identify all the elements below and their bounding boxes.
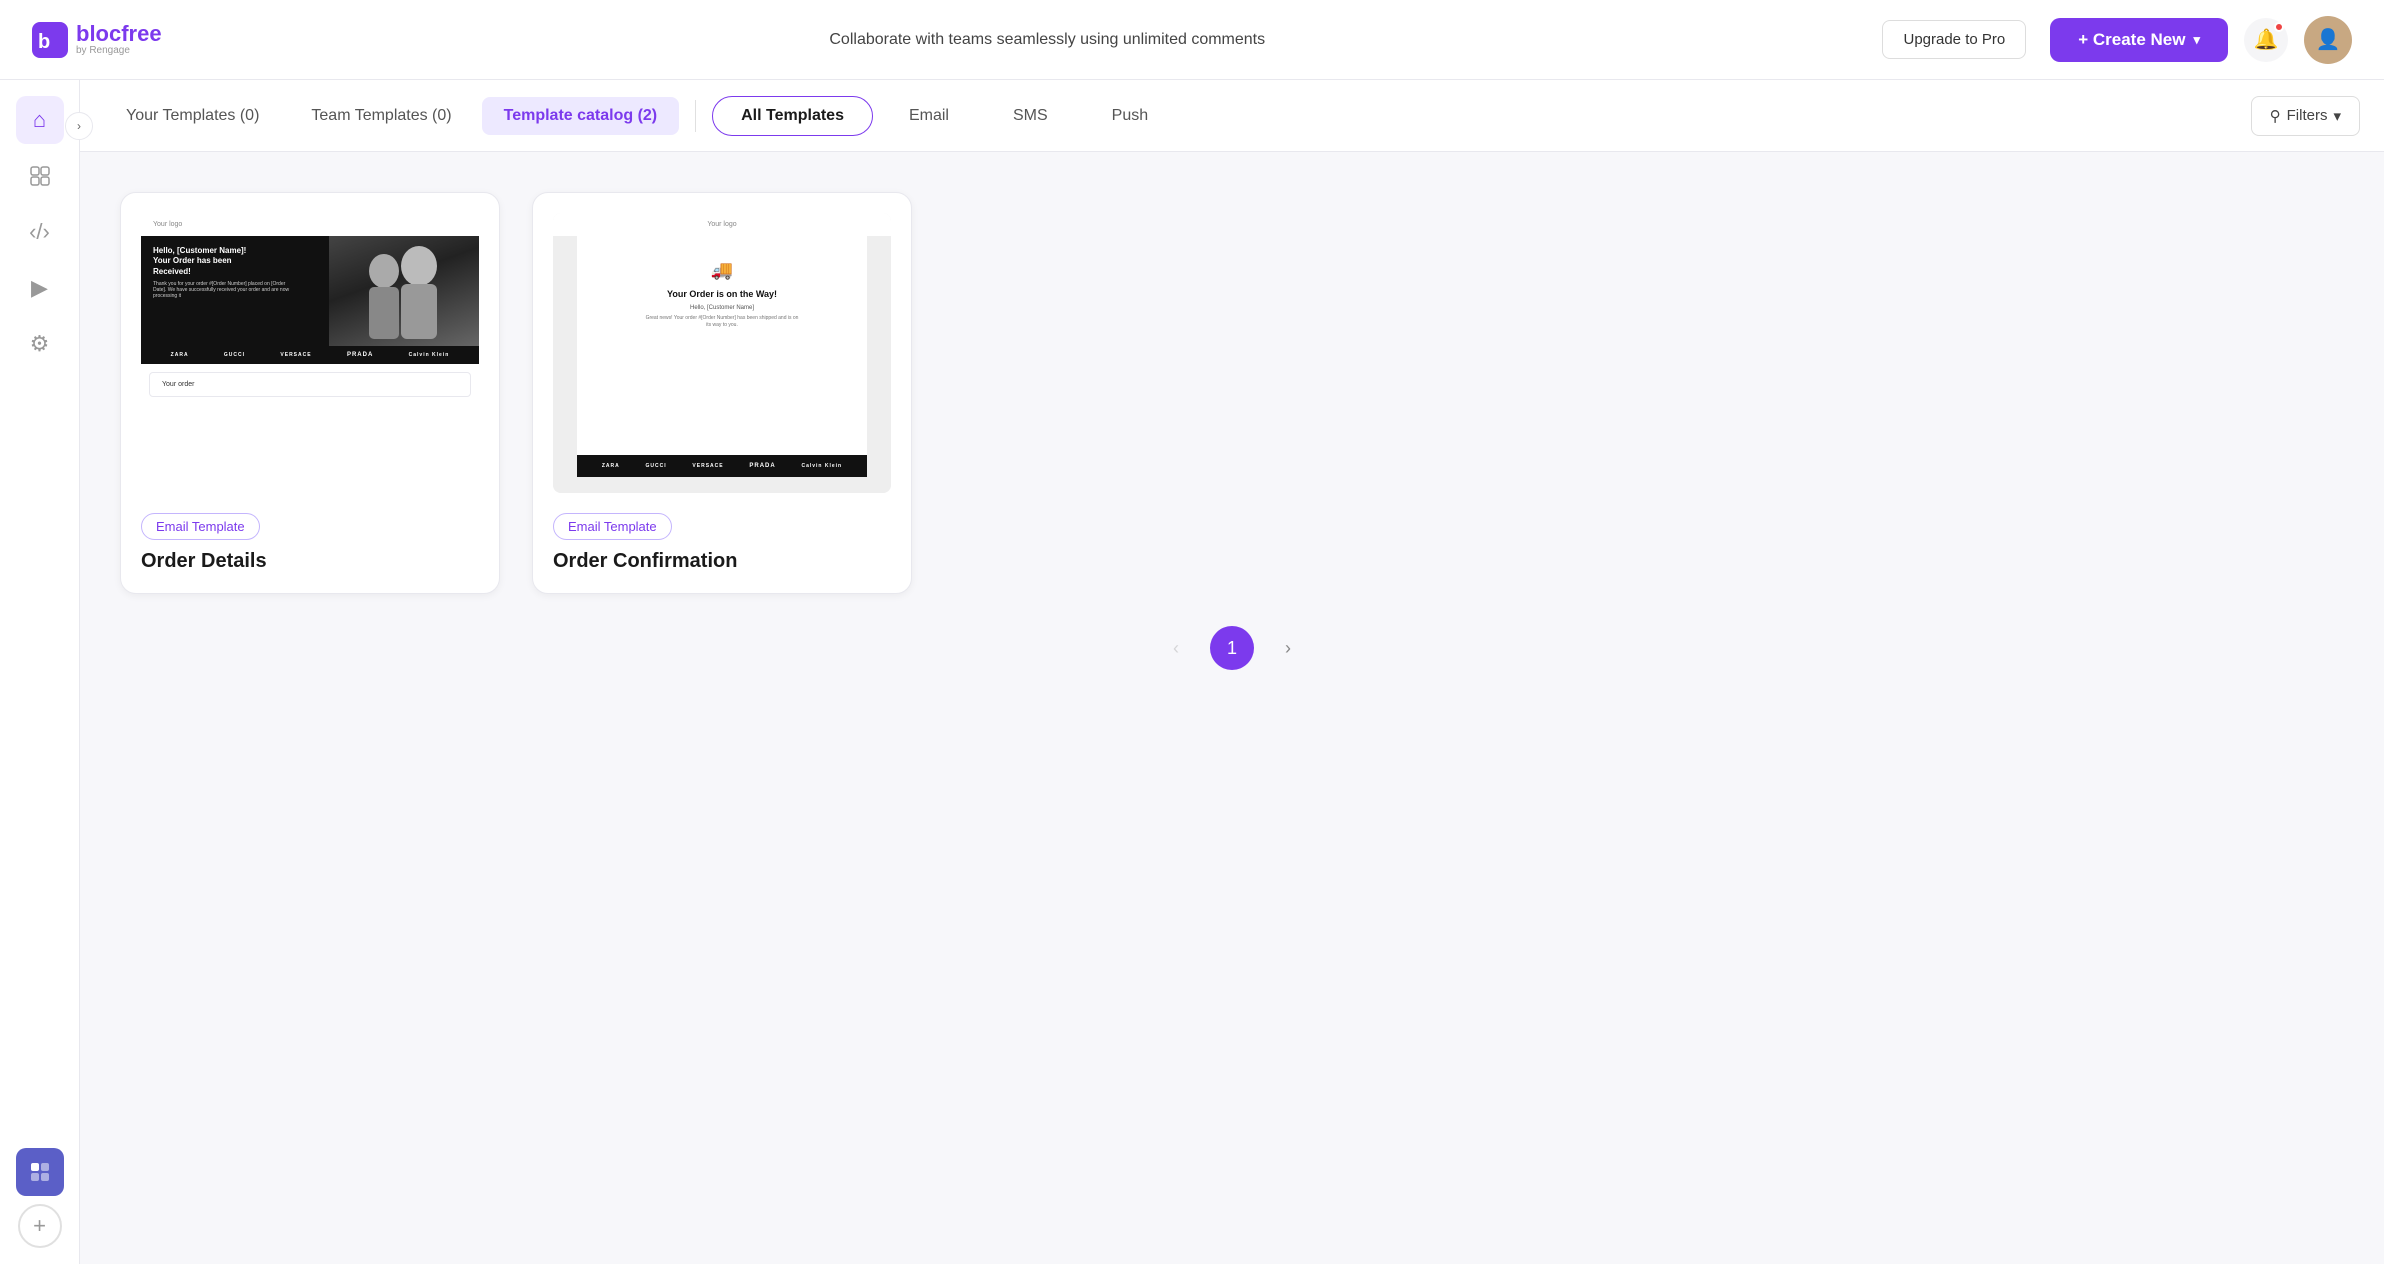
tab-template-catalog[interactable]: Template catalog (2) [482,97,680,135]
sidebar-item-settings[interactable]: ⚙ [16,320,64,368]
create-new-button[interactable]: + Create New ▾ [2050,18,2228,62]
card-title-1: Order Details [141,550,479,573]
sidebar-item-play[interactable]: ▶ [16,264,64,312]
template-grid: Your logo Hello, [Customer Name]!Your Or… [120,192,2344,594]
filter-icon: ⚲ [2270,107,2281,125]
notification-badge [2274,22,2284,32]
promo-text: Collaborate with teams seamlessly using … [236,31,1858,49]
chevron-down-icon: ▾ [2333,107,2341,125]
header-right: + Create New ▾ 🔔 👤 [2050,16,2352,64]
pagination-next[interactable]: › [1266,626,1310,670]
sidebar-toggle[interactable]: › [65,112,93,140]
sidebar-workspace-button[interactable] [16,1148,64,1196]
sidebar-item-templates[interactable] [16,152,64,200]
filter-sms[interactable]: SMS [985,97,1076,135]
notification-button[interactable]: 🔔 [2244,18,2288,62]
filter-email[interactable]: Email [881,97,977,135]
dropdown-arrow-icon: ▾ [2193,32,2200,48]
app-header: b blocfree by Rengage Collaborate with t… [0,0,2384,80]
main-content: Your Templates (0) Team Templates (0) Te… [80,80,2384,1264]
tab-team-templates[interactable]: Team Templates (0) [289,97,473,135]
template-card-1[interactable]: Your logo Hello, [Customer Name]!Your Or… [120,192,500,594]
tab-divider [695,100,696,132]
content-area: Your logo Hello, [Customer Name]!Your Or… [80,152,2384,1264]
filter-all-templates[interactable]: All Templates [712,96,873,136]
filters-button[interactable]: ⚲ Filters ▾ [2251,96,2360,136]
avatar[interactable]: 👤 [2304,16,2352,64]
pagination-prev[interactable]: ‹ [1154,626,1198,670]
email-template-tag-1: Email Template [141,513,260,540]
svg-text:b: b [38,31,50,53]
layout: › ⌂ ‹/› ▶ ⚙ + [0,80,2384,1264]
logo-icon: b [32,22,68,58]
logo-text: blocfree [76,23,162,45]
workspace-icon [28,1160,52,1184]
sidebar-bottom: + [16,1148,64,1248]
logo-area: b blocfree by Rengage [32,22,212,58]
filter-push[interactable]: Push [1084,97,1176,135]
filter-area: ⚲ Filters ▾ [2251,96,2360,136]
logo-sub: by Rengage [76,45,162,56]
template-preview-1: Your logo Hello, [Customer Name]!Your Or… [141,213,479,493]
email-template-tag-2: Email Template [553,513,672,540]
pagination-page-1[interactable]: 1 [1210,626,1254,670]
sidebar-item-code[interactable]: ‹/› [16,208,64,256]
truck-icon: 🚚 [589,260,855,281]
templates-icon [29,165,51,187]
tab-your-templates[interactable]: Your Templates (0) [104,97,281,135]
sidebar-item-home[interactable]: ⌂ [16,96,64,144]
sidebar: › ⌂ ‹/› ▶ ⚙ + [0,80,80,1264]
template-card-2[interactable]: Your logo 🚚 Your Order is on the Way! He… [532,192,912,594]
card-title-2: Order Confirmation [553,550,891,573]
upgrade-button[interactable]: Upgrade to Pro [1882,20,2026,59]
template-preview-2: Your logo 🚚 Your Order is on the Way! He… [553,213,891,493]
pagination: ‹ 1 › [120,594,2344,702]
tab-bar: Your Templates (0) Team Templates (0) Te… [80,80,2384,152]
sidebar-add-button[interactable]: + [18,1204,62,1248]
